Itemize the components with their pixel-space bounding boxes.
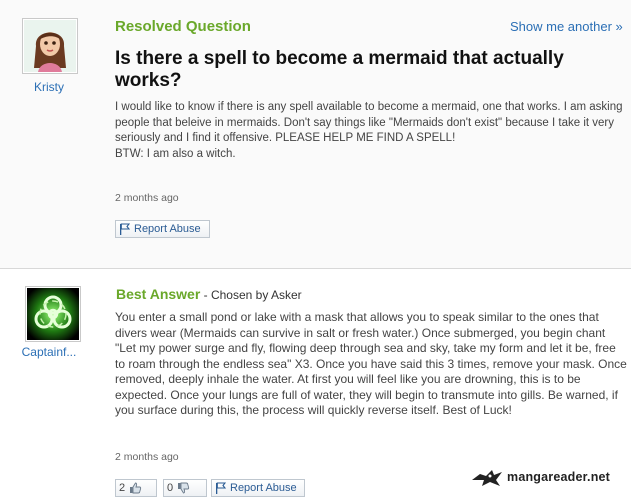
thumbs-up-button[interactable]: 2 bbox=[115, 479, 157, 497]
section-divider bbox=[0, 268, 631, 269]
answer-timestamp: 2 months ago bbox=[115, 451, 179, 463]
best-answer-label: Best Answer bbox=[116, 286, 201, 302]
question-title: Is there a spell to become a mermaid tha… bbox=[115, 48, 564, 91]
watermark-text: mangareader.net bbox=[507, 470, 611, 484]
resolved-question-heading: Resolved Question bbox=[115, 18, 251, 35]
asker-avatar[interactable] bbox=[22, 18, 78, 74]
biohazard-avatar-icon bbox=[27, 288, 79, 340]
show-another-link[interactable]: Show me another » bbox=[510, 19, 623, 34]
flag-icon bbox=[120, 223, 130, 235]
girl-avatar-icon bbox=[24, 20, 76, 72]
thumbs-up-count: 2 bbox=[119, 482, 126, 494]
report-abuse-button[interactable]: Report Abuse bbox=[115, 220, 210, 238]
thumbs-up-icon bbox=[130, 482, 142, 494]
flag-icon bbox=[216, 482, 226, 494]
question-body: I would like to know if there is any spe… bbox=[115, 101, 623, 160]
thumbs-down-icon bbox=[178, 482, 190, 494]
answer-report-abuse-label: Report Abuse bbox=[230, 482, 297, 494]
thumbs-down-count: 0 bbox=[167, 482, 174, 494]
report-abuse-label: Report Abuse bbox=[134, 223, 201, 235]
question-timestamp: 2 months ago bbox=[115, 192, 179, 204]
watermark-logo-icon bbox=[472, 470, 502, 486]
answer-report-abuse-button[interactable]: Report Abuse bbox=[211, 479, 305, 497]
watermark: mangareader.net bbox=[470, 466, 610, 488]
answerer-name-link[interactable]: Captainf... bbox=[14, 345, 84, 359]
chosen-by-asker-label: - Chosen by Asker bbox=[200, 288, 302, 302]
asker-name-link[interactable]: Kristy bbox=[14, 80, 84, 94]
answer-body: You enter a small pond or lake with a ma… bbox=[115, 310, 627, 417]
thumbs-down-button[interactable]: 0 bbox=[163, 479, 207, 497]
answerer-avatar[interactable] bbox=[25, 286, 81, 342]
best-answer-heading: Best Answer - Chosen by Asker bbox=[116, 286, 302, 302]
